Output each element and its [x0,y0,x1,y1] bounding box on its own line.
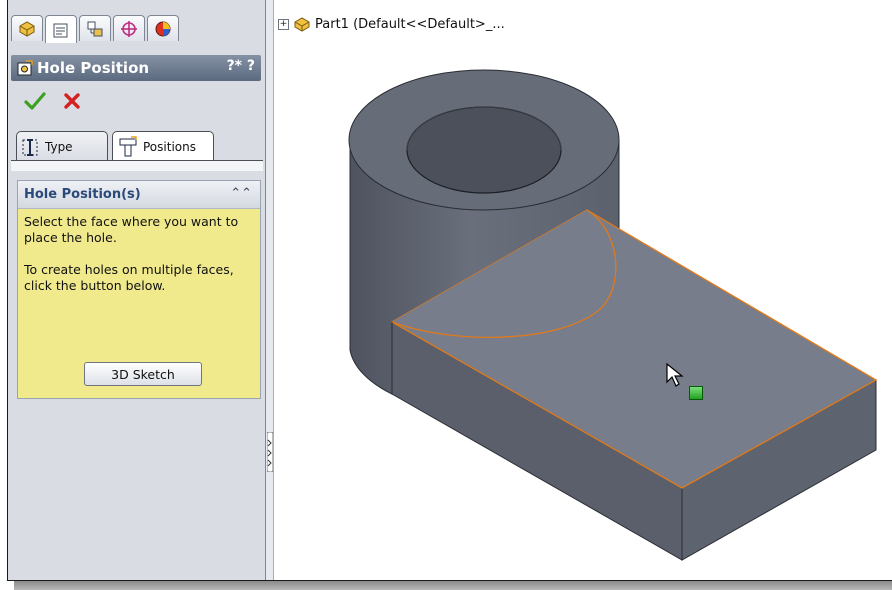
graphics-area[interactable]: + Part1 (Default<<Default>_... [274,0,892,580]
mouse-pointer-icon [666,362,684,387]
hole-type-icon [22,138,38,156]
manager-tabs [11,15,179,43]
tab-type[interactable]: Type [16,131,108,161]
ok-button[interactable] [24,91,46,111]
group-title: Hole Position(s) [24,187,141,202]
boss-hole [406,106,562,194]
tab-positions-label: Positions [143,139,196,154]
help-icon[interactable]: ?* ? [227,58,255,74]
multiple-faces-text: To create holes on multiple faces, click… [24,262,234,293]
configuration-manager-tab[interactable] [79,15,111,41]
hole-placement-handle[interactable] [689,386,703,400]
feature-manager-icon [19,20,35,37]
splitter-grip-icon[interactable] [266,431,274,473]
configuration-manager-icon [87,21,103,36]
panel-splitter[interactable] [266,0,274,580]
tab-positions[interactable]: Positions [112,131,214,161]
solidworks-window: Hole Position ?* ? Type Positions Hole P… [7,0,892,581]
property-manager-title-bar: Hole Position ?* ? [11,55,261,81]
3d-sketch-button[interactable]: 3D Sketch [84,362,202,386]
cancel-button[interactable] [62,91,82,111]
display-manager-icon [155,21,171,36]
checkmark-icon [24,92,46,110]
property-manager-icon [53,23,68,37]
hole-positions-icon [119,135,137,156]
close-icon [64,93,80,109]
collapse-icon[interactable]: ⌃⌃ [230,186,252,201]
hole-position-icon [17,60,33,80]
tab-type-label: Type [45,139,73,154]
hole-positions-group: Hole Position(s) ⌃⌃ Select the face wher… [17,180,261,399]
property-manager-tab[interactable] [45,15,77,43]
dimxpert-manager-tab[interactable] [113,15,145,41]
group-header[interactable]: Hole Position(s) ⌃⌃ [18,181,260,209]
property-manager-title: Hole Position [37,59,150,77]
window-shadow [14,581,892,590]
tab-content-strip [11,161,263,171]
part-model[interactable] [274,0,892,580]
display-manager-tab[interactable] [147,15,179,41]
tabs-divider [11,160,263,161]
property-manager-panel: Hole Position ?* ? Type Positions Hole P… [8,0,266,580]
dimxpert-manager-icon [121,20,137,37]
instruction-text: Select the face where you want to place … [24,214,239,245]
feature-manager-tab[interactable] [11,15,43,41]
